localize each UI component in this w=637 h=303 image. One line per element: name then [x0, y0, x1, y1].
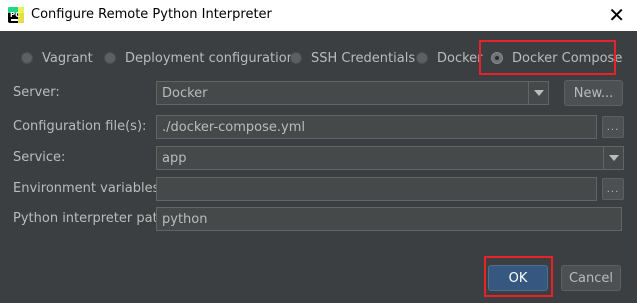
radio-button-icon[interactable] [104, 52, 116, 64]
radio-label: Deployment configuration [125, 50, 295, 66]
chevron-down-icon[interactable] [603, 147, 623, 169]
config-file-browse-button[interactable]: ... [602, 116, 624, 138]
server-value: Docker [162, 85, 208, 101]
python-interpreter-path-input[interactable]: python [156, 207, 622, 231]
service-combobox[interactable]: app [156, 146, 624, 170]
new-server-button[interactable]: New... [564, 80, 623, 106]
window-title: Configure Remote Python Interpreter [31, 7, 272, 22]
python-interpreter-path-label: Python interpreter path: [13, 211, 171, 226]
dialog-window: PC Configure Remote Python Interpreter ✕… [0, 0, 637, 303]
service-label: Service: [13, 150, 66, 165]
environment-variables-browse-button[interactable]: ... [602, 178, 624, 200]
pycharm-icon: PC [8, 7, 24, 23]
chevron-down-icon[interactable] [528, 82, 548, 104]
title-bar: PC Configure Remote Python Interpreter ✕ [0, 0, 637, 31]
radio-deployment-configuration[interactable]: Deployment configuration [104, 44, 295, 72]
docker-compose-highlight [479, 40, 616, 75]
environment-variables-input[interactable] [156, 177, 597, 201]
radio-label: SSH Credentials [311, 50, 416, 66]
radio-vagrant[interactable]: Vagrant [21, 44, 93, 72]
radio-label: Docker [437, 50, 483, 66]
ok-button-highlight [484, 256, 553, 297]
server-label: Server: [13, 85, 60, 100]
radio-docker[interactable]: Docker [416, 44, 483, 72]
radio-button-icon[interactable] [416, 52, 428, 64]
environment-variables-label: Environment variables: [13, 181, 164, 196]
server-combobox[interactable]: Docker [156, 81, 549, 105]
config-file-input[interactable]: ./docker-compose.yml [156, 115, 597, 139]
config-file-label: Configuration file(s): [13, 119, 147, 134]
service-value: app [162, 150, 187, 166]
radio-button-icon[interactable] [21, 52, 33, 64]
close-icon[interactable]: ✕ [608, 3, 625, 27]
cancel-button[interactable]: Cancel [561, 265, 621, 291]
radio-ssh-credentials[interactable]: SSH Credentials [290, 44, 415, 72]
radio-label: Vagrant [42, 50, 93, 66]
radio-button-icon[interactable] [290, 52, 302, 64]
